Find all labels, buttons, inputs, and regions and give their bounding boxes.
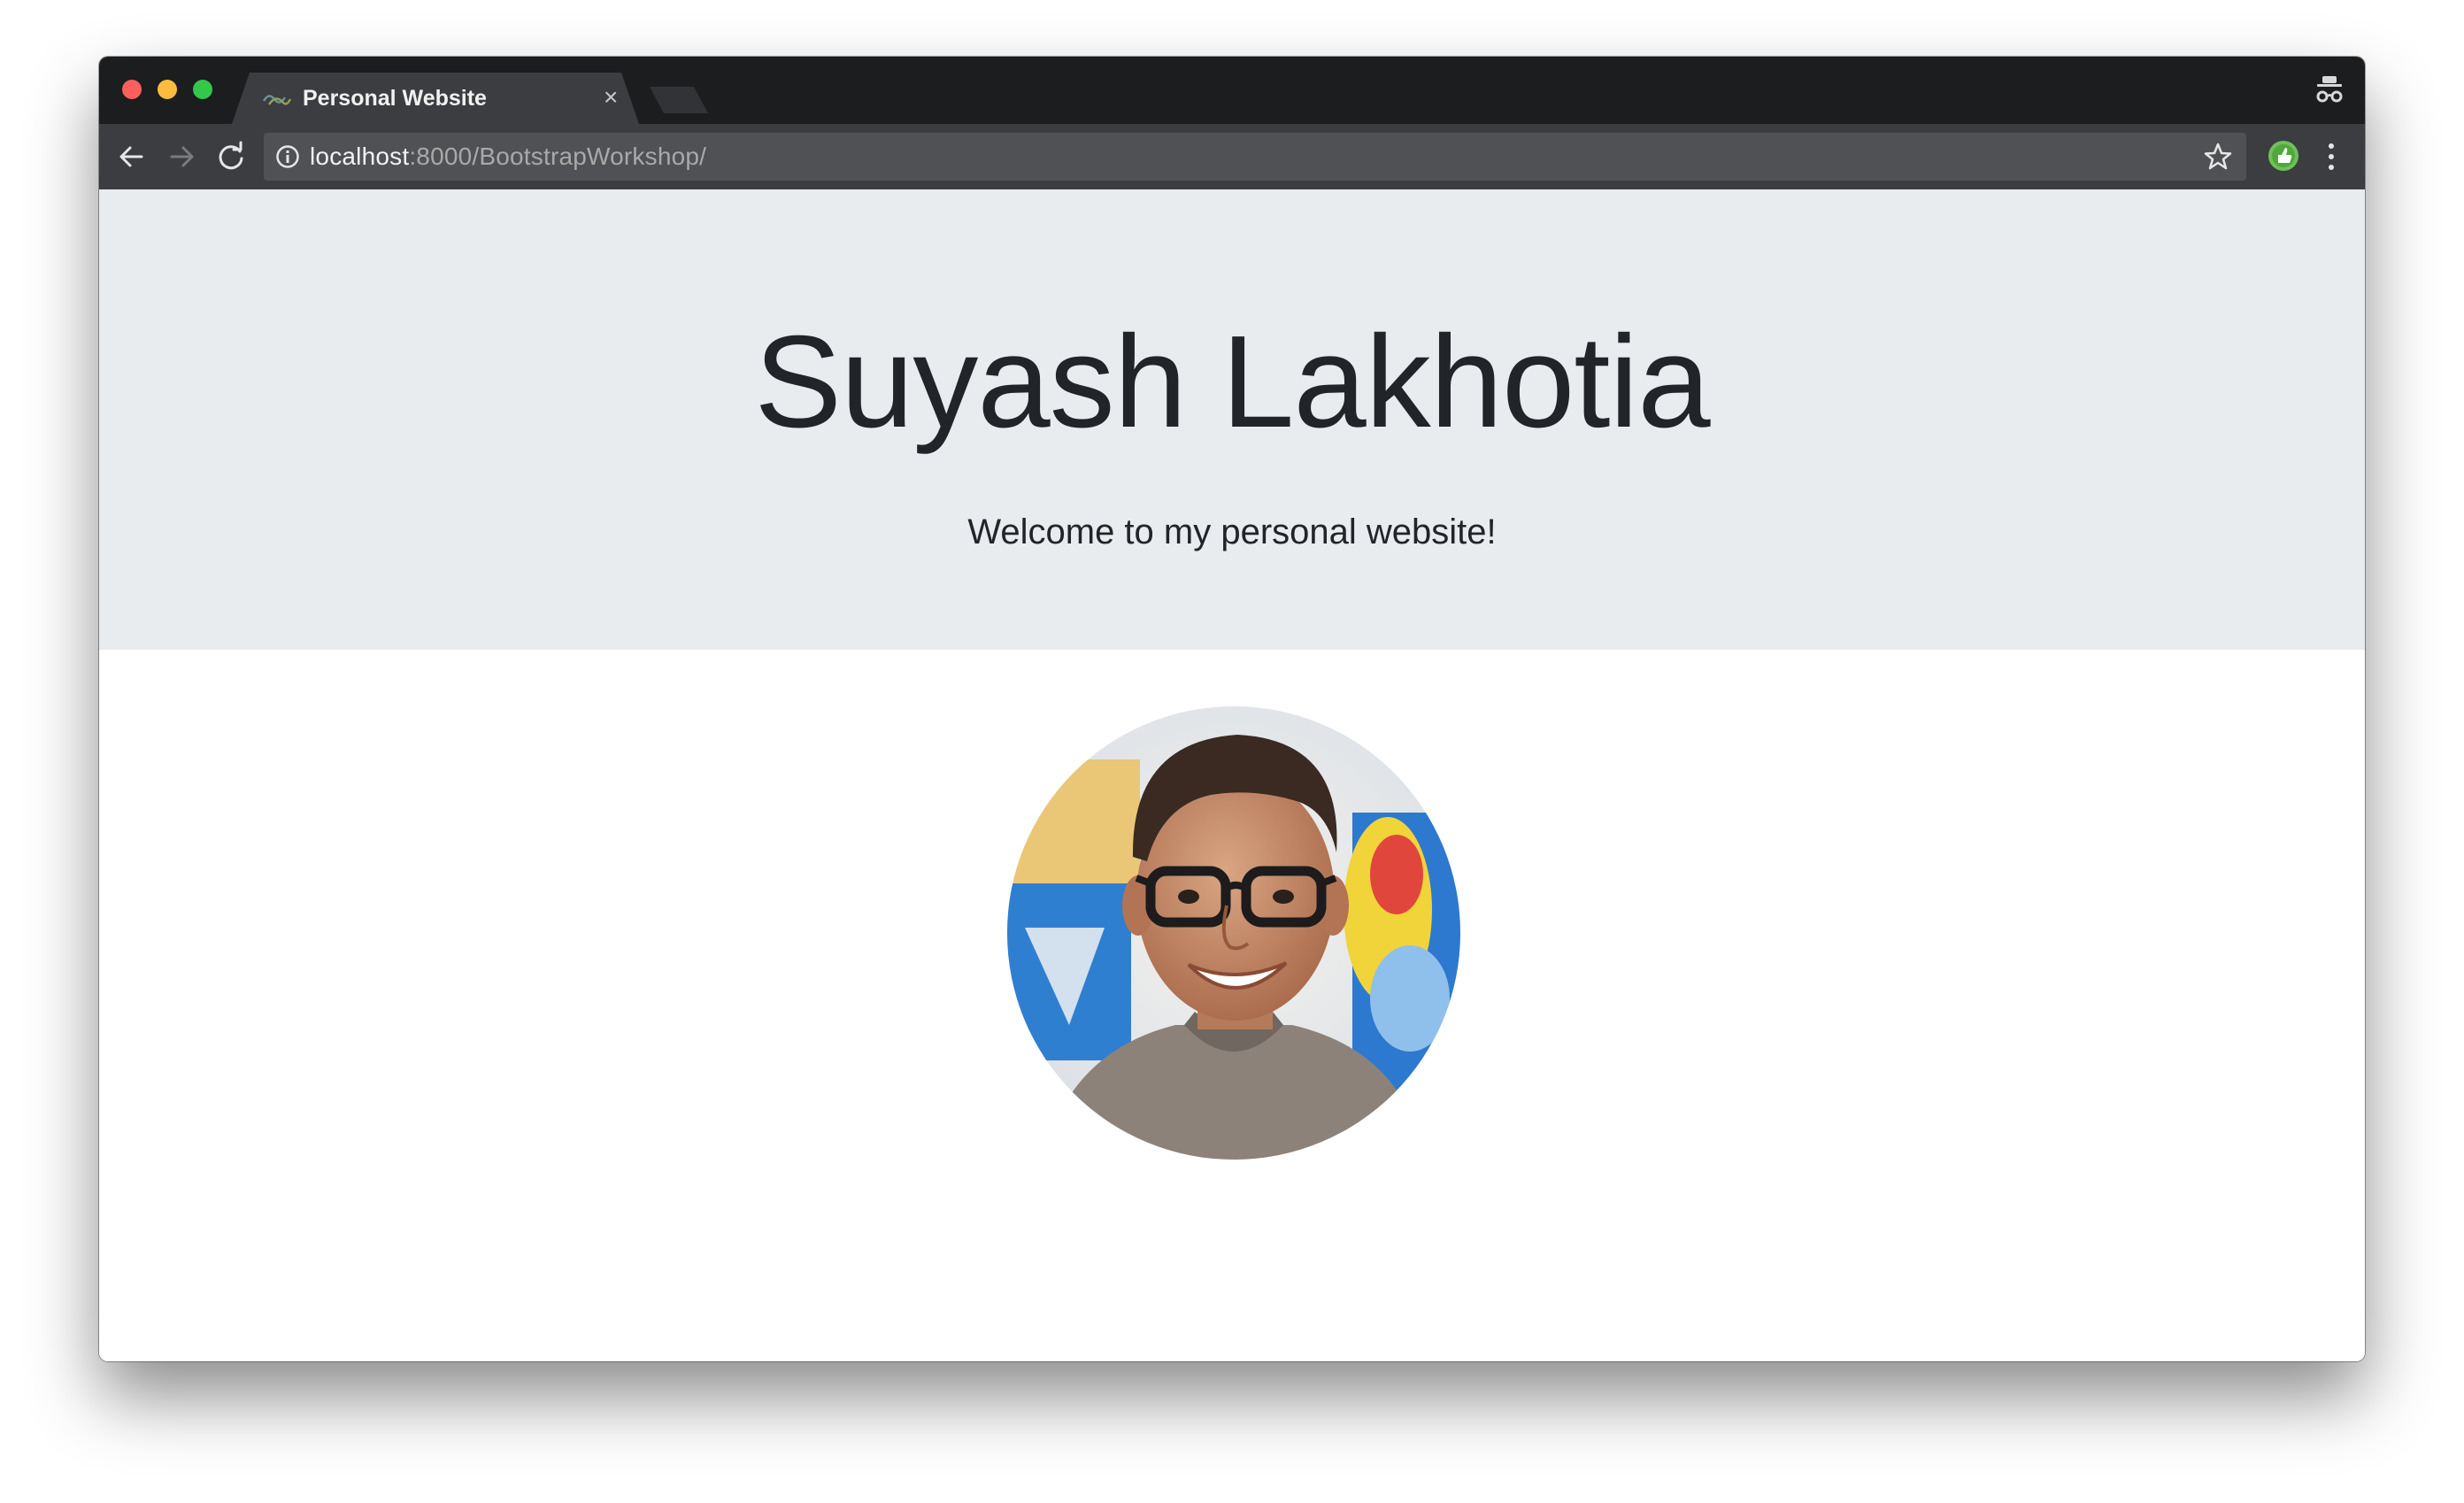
reload-icon[interactable]: [211, 136, 251, 177]
url-host: localhost: [310, 143, 410, 170]
tab-personal-website[interactable]: Personal Website ×: [232, 73, 639, 124]
profile-photo: [1007, 706, 1460, 1160]
window-close-button[interactable]: [122, 80, 142, 99]
page-title: Suyash Lakhotia: [754, 309, 1710, 455]
page-content: Suyash Lakhotia Welcome to my personal w…: [99, 189, 2365, 1361]
tab-favicon-icon: [262, 95, 292, 105]
incognito-icon: [2316, 76, 2343, 103]
tab-title: Personal Website: [303, 86, 487, 111]
address-bar[interactable]: localhost:8000/BootstrapWorkshop/: [264, 133, 2246, 181]
title-bar: Personal Website ×: [99, 57, 2365, 124]
page-subtitle: Welcome to my personal website!: [967, 513, 1497, 551]
info-icon[interactable]: [274, 143, 301, 170]
window-minimize-button[interactable]: [158, 80, 177, 99]
jumbotron: Suyash Lakhotia Welcome to my personal w…: [99, 189, 2365, 650]
browser-window: Personal Website × localhost:8000/Bootst…: [99, 57, 2365, 1361]
url-text[interactable]: localhost:8000/BootstrapWorkshop/: [310, 143, 706, 171]
new-tab-button[interactable]: [650, 87, 708, 113]
extension-icon[interactable]: [2266, 138, 2301, 173]
arrow-left-icon[interactable]: [112, 136, 152, 177]
window-maximize-button[interactable]: [193, 80, 212, 99]
arrow-right-icon[interactable]: [161, 136, 202, 177]
browser-toolbar: localhost:8000/BootstrapWorkshop/: [99, 124, 2365, 189]
kebab-menu-icon[interactable]: [2322, 138, 2340, 175]
star-icon[interactable]: [2202, 141, 2234, 173]
tab-close-icon[interactable]: ×: [604, 85, 618, 110]
url-path: :8000/BootstrapWorkshop/: [409, 143, 707, 170]
